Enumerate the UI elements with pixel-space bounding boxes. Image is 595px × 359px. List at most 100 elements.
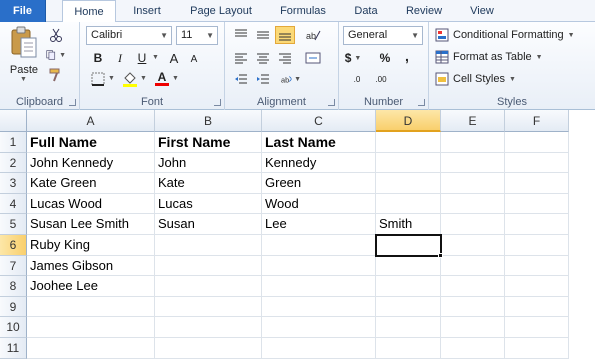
cell-c8[interactable] [262, 276, 376, 297]
column-header-c[interactable]: C [262, 110, 376, 132]
cell-e4[interactable] [441, 193, 505, 215]
cell-a1[interactable]: Full Name [27, 132, 155, 153]
cell-c10[interactable] [262, 317, 376, 338]
cell-f8[interactable] [505, 276, 569, 297]
decrease-decimal-button[interactable]: .00 [371, 70, 391, 88]
cell-e10[interactable] [441, 317, 505, 338]
cell-f11[interactable] [505, 338, 569, 359]
cell-a7[interactable]: James Gibson [27, 255, 155, 277]
cell-e9[interactable] [441, 296, 505, 318]
cell-b9[interactable] [155, 296, 262, 318]
cell-c7[interactable] [262, 255, 376, 277]
chevron-down-icon[interactable]: ▼ [152, 54, 159, 61]
cell-b1[interactable]: First Name [155, 132, 262, 153]
grow-font-button[interactable]: A [164, 49, 184, 67]
row-header-10[interactable]: 10 [0, 317, 27, 338]
row-header-1[interactable]: 1 [0, 132, 27, 153]
cell-d11[interactable] [376, 338, 441, 359]
fill-color-button[interactable] [120, 70, 140, 88]
cell-d1[interactable] [376, 132, 441, 153]
cell-d3[interactable] [376, 173, 441, 194]
chevron-down-icon[interactable]: ▼ [140, 75, 147, 82]
cell-b5[interactable]: Susan [155, 214, 262, 235]
row-header-9[interactable]: 9 [0, 296, 27, 318]
clipboard-launcher-icon[interactable] [69, 99, 76, 106]
cell-a5[interactable]: Susan Lee Smith [27, 214, 155, 235]
cell-c1[interactable]: Last Name [262, 132, 376, 153]
align-bottom-button[interactable] [275, 26, 295, 44]
cell-c3[interactable]: Green [262, 173, 376, 194]
worksheet-grid[interactable]: A B C D E F 1 Full Name First Name Last Name 2 John… [0, 110, 595, 359]
cell-c2[interactable]: Kennedy [262, 152, 376, 174]
tab-review[interactable]: Review [396, 0, 452, 22]
number-format-select[interactable]: General ▼ [343, 26, 423, 45]
cell-d8[interactable] [376, 276, 441, 297]
column-header-a[interactable]: A [27, 110, 155, 132]
cell-c4[interactable]: Wood [262, 193, 376, 215]
tab-data[interactable]: Data [346, 0, 386, 22]
borders-button[interactable] [88, 70, 108, 88]
paste-button[interactable]: Paste ▼ [6, 26, 42, 84]
align-center-button[interactable] [253, 49, 273, 67]
align-top-button[interactable] [231, 26, 251, 44]
tab-file[interactable]: File [0, 0, 46, 22]
cell-f1[interactable] [505, 132, 569, 153]
column-header-b[interactable]: B [155, 110, 262, 132]
cell-d2[interactable] [376, 152, 441, 174]
cell-f10[interactable] [505, 317, 569, 338]
cell-f9[interactable] [505, 296, 569, 318]
cell-b2[interactable]: John [155, 152, 262, 174]
percent-button[interactable]: % [375, 49, 395, 67]
chevron-down-icon[interactable]: ▼ [108, 75, 115, 82]
shrink-font-button[interactable]: A [184, 50, 204, 68]
cell-c11[interactable] [262, 338, 376, 359]
format-as-table-button[interactable]: Format as Table ▼ [435, 47, 543, 67]
format-painter-button[interactable] [46, 66, 66, 84]
cell-a3[interactable]: Kate Green [27, 173, 155, 194]
chevron-down-icon[interactable]: ▼ [172, 75, 179, 82]
cell-d4[interactable] [376, 193, 441, 215]
cell-a2[interactable]: John Kennedy [27, 152, 155, 174]
merge-center-button[interactable] [303, 49, 323, 67]
column-header-e[interactable]: E [441, 110, 505, 132]
row-header-5[interactable]: 5 [0, 214, 27, 235]
row-header-6[interactable]: 6 [0, 235, 27, 256]
cell-a4[interactable]: Lucas Wood [27, 193, 155, 215]
cell-d5[interactable]: Smith [376, 214, 441, 235]
cell-e5[interactable] [441, 214, 505, 235]
tab-home[interactable]: Home [62, 0, 116, 23]
tab-formulas[interactable]: Formulas [270, 0, 336, 22]
font-launcher-icon[interactable] [214, 99, 221, 106]
cell-e7[interactable] [441, 255, 505, 277]
align-middle-button[interactable] [253, 26, 273, 44]
increase-decimal-button[interactable]: .0 [347, 70, 367, 88]
cell-f4[interactable] [505, 193, 569, 215]
font-size-select[interactable]: 11 ▼ [176, 26, 218, 45]
cell-a10[interactable] [27, 317, 155, 338]
currency-button[interactable]: $ ▼ [343, 49, 363, 67]
comma-style-button[interactable]: , [397, 47, 417, 65]
cell-b4[interactable]: Lucas [155, 193, 262, 215]
tab-view[interactable]: View [460, 0, 504, 22]
alignment-launcher-icon[interactable] [328, 99, 335, 106]
select-all-corner[interactable] [0, 110, 27, 132]
cell-c6[interactable] [262, 235, 376, 256]
cell-a8[interactable]: Joohee Lee [27, 276, 155, 297]
cell-e8[interactable] [441, 276, 505, 297]
cell-styles-button[interactable]: Cell Styles ▼ [435, 69, 516, 89]
cell-a11[interactable] [27, 338, 155, 359]
cut-button[interactable] [46, 26, 66, 44]
cell-b7[interactable] [155, 255, 262, 277]
cell-b8[interactable] [155, 276, 262, 297]
cell-e11[interactable] [441, 338, 505, 359]
orientation-button[interactable]: ab [303, 26, 323, 44]
increase-indent-button[interactable] [253, 70, 273, 88]
bold-button[interactable]: B [88, 49, 108, 67]
cell-d6[interactable] [376, 235, 441, 256]
conditional-formatting-button[interactable]: Conditional Formatting ▼ [435, 25, 575, 45]
cell-b6[interactable] [155, 235, 262, 256]
cell-f6[interactable] [505, 235, 569, 256]
cell-b3[interactable]: Kate [155, 173, 262, 194]
cell-e6[interactable] [441, 235, 505, 256]
decrease-indent-button[interactable] [231, 70, 251, 88]
